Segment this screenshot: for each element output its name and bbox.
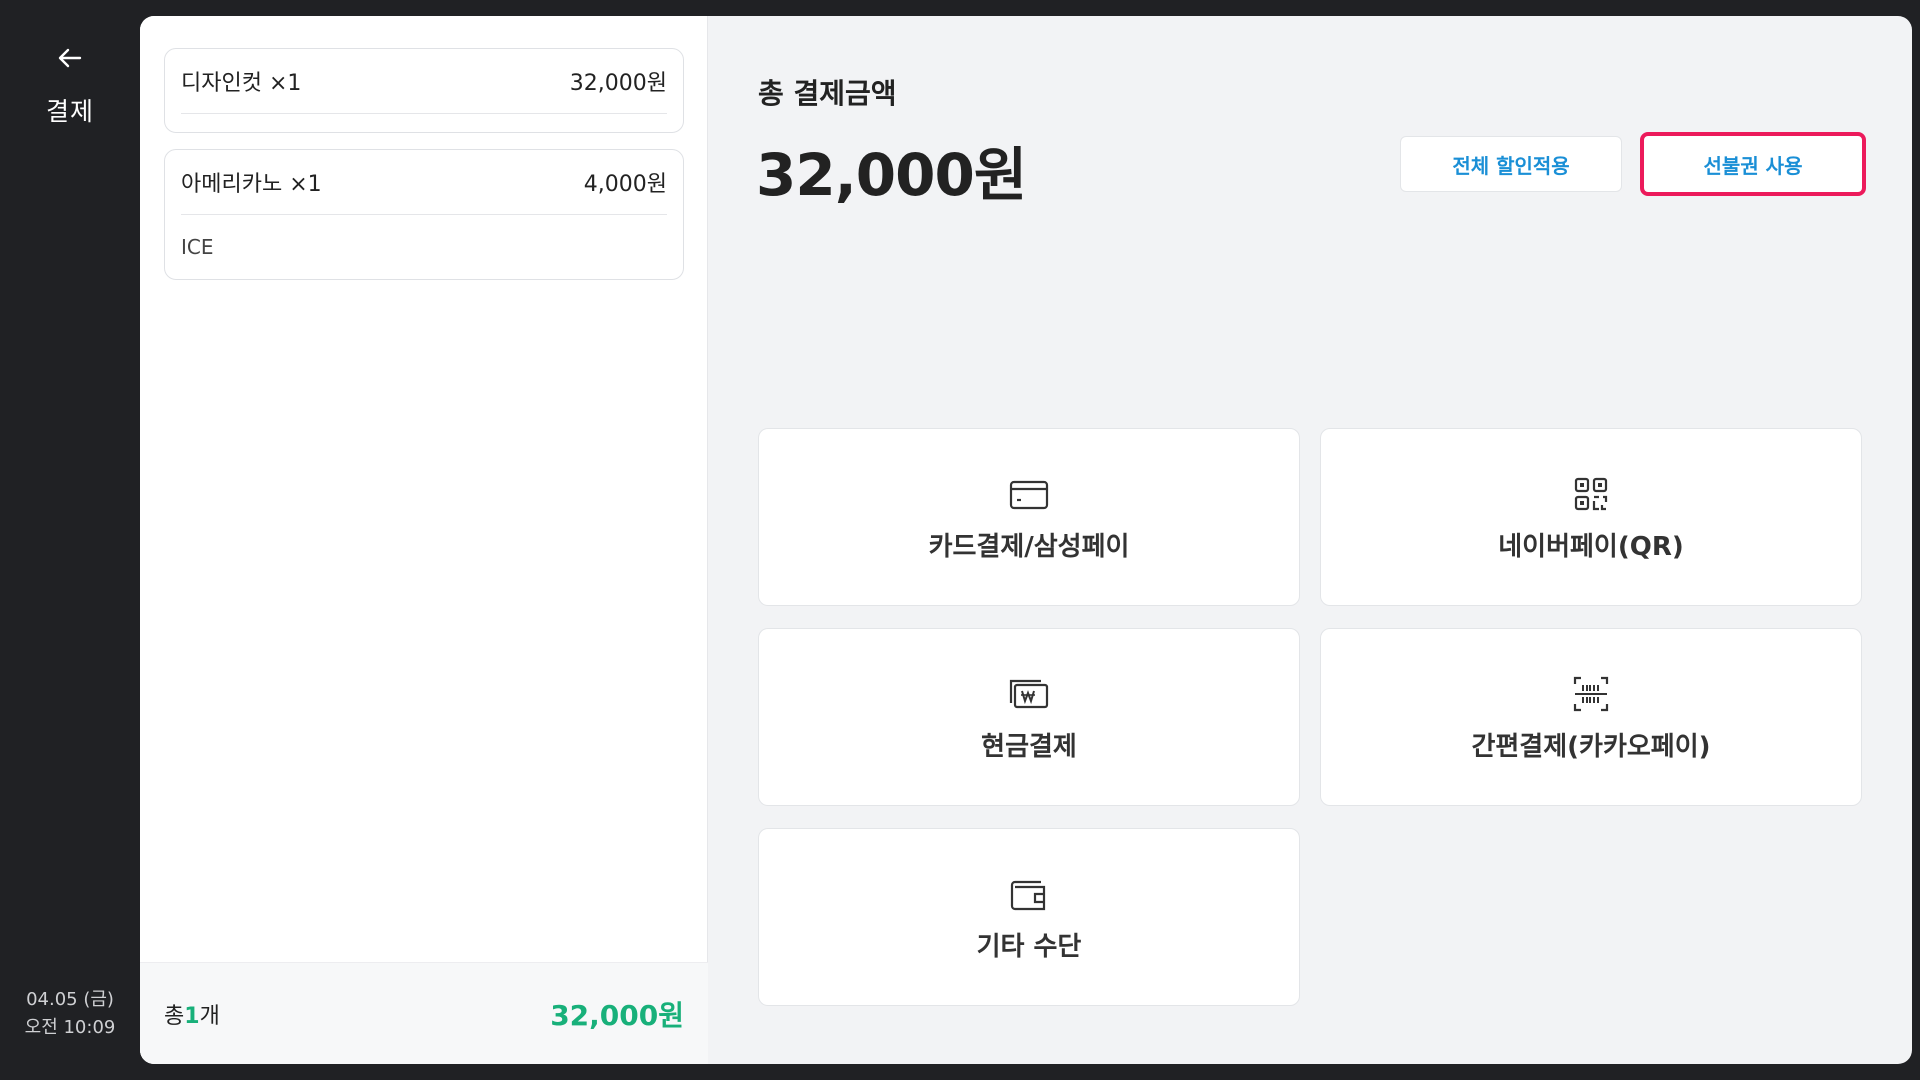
kakaopay-button[interactable]: 간편결제(카카오페이) xyxy=(1320,628,1862,806)
current-time: 오전 10:09 xyxy=(24,1017,116,1038)
order-item-price: 32,000원 xyxy=(569,71,667,96)
order-item-option: ICE xyxy=(181,235,214,259)
wallet-icon xyxy=(1010,880,1046,910)
use-voucher-button[interactable]: 선불권 사용 xyxy=(1640,132,1866,196)
naverpay-qr-button[interactable]: 네이버페이(QR) xyxy=(1320,428,1862,606)
qr-code-icon xyxy=(1574,477,1608,510)
method-label: 간편결제(카카오페이) xyxy=(1471,731,1711,762)
order-item-name: 디자인컷 ×1 xyxy=(181,71,302,96)
barcode-scan-icon xyxy=(1573,676,1609,711)
total-amount: 32,000원 xyxy=(756,141,1027,209)
datetime: 04.05 (금) 오전 10:09 xyxy=(0,986,140,1042)
other-payment-button[interactable]: 기타 수단 xyxy=(758,828,1300,1006)
card-payment-button[interactable]: 카드결제/삼성페이 xyxy=(758,428,1300,606)
cash-icon xyxy=(1009,679,1049,708)
back-label: 결제 xyxy=(45,97,94,126)
count-suffix: 개 xyxy=(199,1003,220,1029)
count-value: 1 xyxy=(184,1003,200,1029)
apply-discount-button[interactable]: 전체 할인적용 xyxy=(1400,136,1622,192)
method-label: 현금결제 xyxy=(981,731,1077,762)
app-frame: 디자인컷 ×1 32,000원 아메리카노 ×1 4,000원 ICE 총1개 … xyxy=(140,16,1912,1064)
arrow-left-icon xyxy=(58,48,82,68)
method-label: 네이버페이(QR) xyxy=(1498,531,1684,562)
order-item-name: 아메리카노 ×1 xyxy=(181,172,322,197)
order-item[interactable]: 아메리카노 ×1 4,000원 ICE xyxy=(164,149,684,280)
method-label: 기타 수단 xyxy=(976,931,1082,962)
side-rail: 결제 04.05 (금) 오전 10:09 xyxy=(0,0,140,1080)
item-count: 총1개 xyxy=(164,998,220,1030)
credit-card-icon xyxy=(1009,480,1049,509)
method-label: 카드결제/삼성페이 xyxy=(928,531,1130,562)
order-item[interactable]: 디자인컷 ×1 32,000원 xyxy=(164,48,684,133)
order-summary: 총1개 32,000원 xyxy=(140,962,708,1064)
order-total: 32,000원 xyxy=(550,998,684,1032)
cash-payment-button[interactable]: 현금결제 xyxy=(758,628,1300,806)
order-item-price: 4,000원 xyxy=(583,172,667,197)
count-prefix: 총 xyxy=(164,1003,185,1029)
total-label: 총 결제금액 xyxy=(758,77,897,110)
back-button[interactable]: 결제 xyxy=(36,36,104,132)
order-panel: 디자인컷 ×1 32,000원 아메리카노 ×1 4,000원 ICE 총1개 … xyxy=(140,16,708,1064)
payment-area: 총 결제금액 32,000원 전체 할인적용 선불권 사용 카드결제/삼성페이 xyxy=(708,16,1912,1064)
current-date: 04.05 (금) xyxy=(26,989,114,1010)
